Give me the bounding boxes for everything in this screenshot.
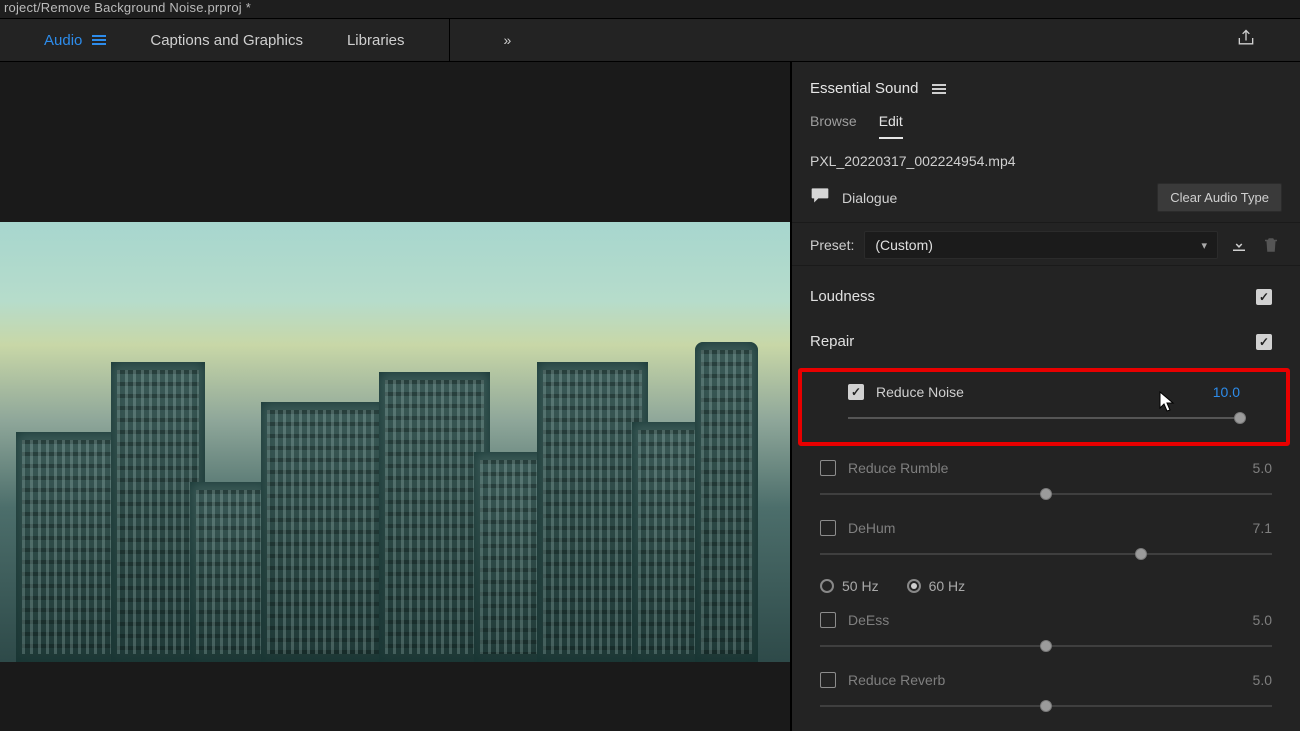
reduce-rumble-label: Reduce Rumble xyxy=(848,460,1224,476)
reduce-noise-thumb[interactable] xyxy=(1234,412,1246,424)
panel-menu-icon[interactable] xyxy=(932,84,946,94)
deess-thumb[interactable] xyxy=(1040,640,1052,652)
dehum-checkbox[interactable] xyxy=(820,520,836,536)
clear-audio-type-button[interactable]: Clear Audio Type xyxy=(1157,183,1282,212)
overflow-chevrons-icon[interactable]: » xyxy=(504,32,508,48)
reduce-noise-checkbox[interactable] xyxy=(848,384,864,400)
titlebar: roject/Remove Background Noise.prproj * xyxy=(0,0,1300,18)
preset-select[interactable]: (Custom) ▾ xyxy=(864,231,1218,259)
speech-bubble-icon xyxy=(810,186,830,209)
dehum-50hz-option[interactable]: 50 Hz xyxy=(820,578,879,594)
hamburger-icon[interactable] xyxy=(92,35,106,45)
deess-slider[interactable] xyxy=(820,634,1272,658)
dehum-value[interactable]: 7.1 xyxy=(1236,520,1272,536)
program-monitor xyxy=(0,62,792,731)
deess-value[interactable]: 5.0 xyxy=(1236,612,1272,628)
reduce-rumble-value[interactable]: 5.0 xyxy=(1236,460,1272,476)
dehum-50hz-label: 50 Hz xyxy=(842,578,879,594)
dehum-thumb[interactable] xyxy=(1135,548,1147,560)
radio-icon xyxy=(820,579,834,593)
dehum-60hz-label: 60 Hz xyxy=(929,578,966,594)
reduce-reverb-thumb[interactable] xyxy=(1040,700,1052,712)
radio-icon xyxy=(907,579,921,593)
preset-value: (Custom) xyxy=(875,237,933,253)
tab-audio[interactable]: Audio xyxy=(44,32,106,49)
tab-captions-graphics[interactable]: Captions and Graphics xyxy=(150,32,303,49)
audio-type-label: Dialogue xyxy=(842,190,1145,206)
tab-browse[interactable]: Browse xyxy=(810,113,857,139)
loudness-checkbox[interactable] xyxy=(1256,289,1272,305)
reduce-reverb-label: Reduce Reverb xyxy=(848,672,1224,688)
panel-title: Essential Sound xyxy=(810,80,918,97)
share-icon[interactable] xyxy=(1236,28,1256,53)
reduce-noise-slider[interactable] xyxy=(848,406,1240,430)
reduce-noise-value[interactable]: 10.0 xyxy=(1204,384,1240,400)
reduce-rumble-slider[interactable] xyxy=(820,482,1272,506)
tab-audio-label: Audio xyxy=(44,32,82,49)
reduce-noise-label: Reduce Noise xyxy=(876,384,1192,400)
workspace-tabs: Audio Captions and Graphics Libraries » xyxy=(0,18,1300,62)
repair-checkbox[interactable] xyxy=(1256,334,1272,350)
delete-preset-icon[interactable] xyxy=(1260,234,1282,256)
clip-filename: PXL_20220317_002224954.mp4 xyxy=(792,139,1300,177)
dehum-label: DeHum xyxy=(848,520,1224,536)
section-repair-label: Repair xyxy=(810,333,854,350)
section-loudness-label: Loudness xyxy=(810,288,875,305)
reduce-reverb-checkbox[interactable] xyxy=(820,672,836,688)
chevron-down-icon: ▾ xyxy=(1201,239,1207,252)
save-preset-icon[interactable] xyxy=(1228,234,1250,256)
section-repair[interactable]: Repair xyxy=(792,319,1300,364)
reduce-rumble-checkbox[interactable] xyxy=(820,460,836,476)
tab-libraries[interactable]: Libraries xyxy=(347,32,405,49)
preview-image xyxy=(0,222,790,662)
divider xyxy=(449,18,450,62)
section-loudness[interactable]: Loudness xyxy=(792,274,1300,319)
deess-checkbox[interactable] xyxy=(820,612,836,628)
essential-sound-panel: Essential Sound Browse Edit PXL_20220317… xyxy=(792,62,1300,731)
deess-label: DeEss xyxy=(848,612,1224,628)
reduce-noise-highlight: Reduce Noise 10.0 xyxy=(798,368,1290,446)
dehum-slider[interactable] xyxy=(820,542,1272,566)
reduce-rumble-thumb[interactable] xyxy=(1040,488,1052,500)
reduce-reverb-value[interactable]: 5.0 xyxy=(1236,672,1272,688)
tab-edit[interactable]: Edit xyxy=(879,113,903,139)
section-clarity[interactable]: Clarity xyxy=(792,724,1300,731)
reduce-reverb-slider[interactable] xyxy=(820,694,1272,718)
preset-label: Preset: xyxy=(810,237,854,253)
dehum-60hz-option[interactable]: 60 Hz xyxy=(907,578,966,594)
